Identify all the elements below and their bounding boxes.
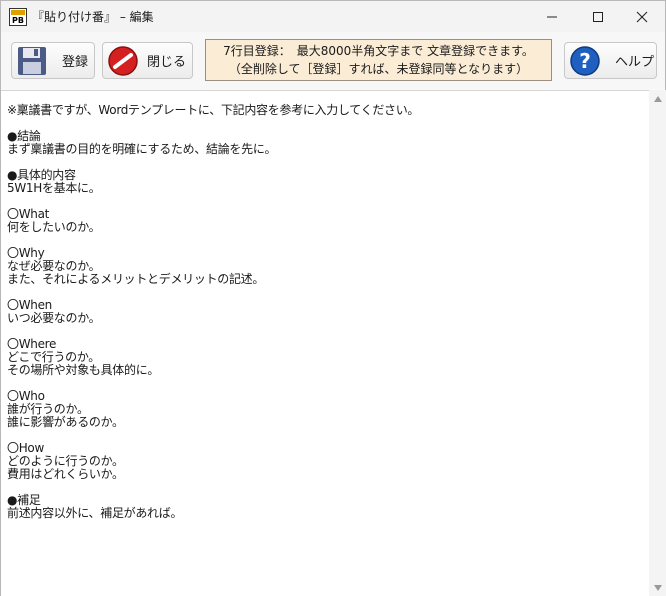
close-button[interactable]: 閉じる [102, 42, 193, 79]
notice-line-1: 7行目登録： 最大8000半角文字まで 文章登録できます。 [223, 44, 534, 58]
minimize-icon [547, 16, 557, 17]
editor-line: ※稟議書ですが、Wordテンプレートに、下記内容を参考に入力してください。 [7, 103, 420, 117]
app-icon: PB [9, 8, 27, 26]
close-button-label: 閉じる [147, 55, 187, 70]
text-editor[interactable]: ※稟議書ですが、Wordテンプレートに、下記内容を参考に入力してください。 ●結論… [1, 90, 649, 596]
close-icon [636, 11, 648, 22]
toolbar: 登録 閉じる 7行目登録： 最大8000半角文字まで 文章登録できます。 （全削… [1, 32, 665, 89]
editor-window: PB 『貼り付け番』 – 編集 登録 閉じる 7行目登録： 最大8000半角文字… [0, 0, 666, 596]
editor-line: いつ必要なのか。 [7, 311, 101, 325]
no-entry-icon [108, 46, 138, 76]
help-question-icon: ? [570, 46, 600, 76]
editor-line: その場所や対象も具体的に。 [7, 363, 160, 377]
scroll-down-button[interactable] [649, 579, 666, 596]
editor-line: まず稟議書の目的を明確にするため、結論を先に。 [7, 142, 277, 156]
close-window-button[interactable] [619, 1, 665, 32]
help-button-label: ヘルプ [615, 55, 655, 70]
scroll-up-arrow-icon [653, 95, 662, 102]
save-button[interactable]: 登録 [11, 42, 95, 79]
svg-text:?: ? [579, 49, 591, 73]
editor-content[interactable]: ※稟議書ですが、Wordテンプレートに、下記内容を参考に入力してください。 ●結論… [7, 104, 419, 520]
minimize-button[interactable] [529, 1, 575, 32]
maximize-icon [593, 11, 603, 22]
help-button[interactable]: ? ヘルプ [564, 42, 657, 79]
scroll-up-button[interactable] [649, 90, 666, 107]
title-bar[interactable]: PB 『貼り付け番』 – 編集 [1, 1, 665, 32]
svg-text:PB: PB [12, 16, 24, 25]
editor-line: 5W1Hを基本に。 [7, 181, 101, 195]
vertical-scrollbar[interactable] [649, 90, 666, 596]
editor-line: 誰に影響があるのか。 [7, 415, 124, 429]
editor-line: 前述内容以外に、補足があれば。 [7, 506, 183, 520]
notice-line-2: （全削除して［登録］すれば、未登録同等となります） [228, 62, 529, 76]
window-title: 『貼り付け番』 – 編集 [32, 10, 154, 24]
floppy-disk-icon [18, 47, 46, 75]
save-button-label: 登録 [62, 55, 89, 70]
scroll-down-arrow-icon [653, 584, 662, 591]
editor-line: 費用はどれくらいか。 [7, 467, 124, 481]
maximize-button[interactable] [575, 1, 621, 32]
registration-notice: 7行目登録： 最大8000半角文字まで 文章登録できます。 （全削除して［登録］… [205, 39, 552, 81]
editor-line: 何をしたいのか。 [7, 220, 101, 234]
editor-line: また、それによるメリットとデメリットの記述。 [7, 272, 265, 286]
